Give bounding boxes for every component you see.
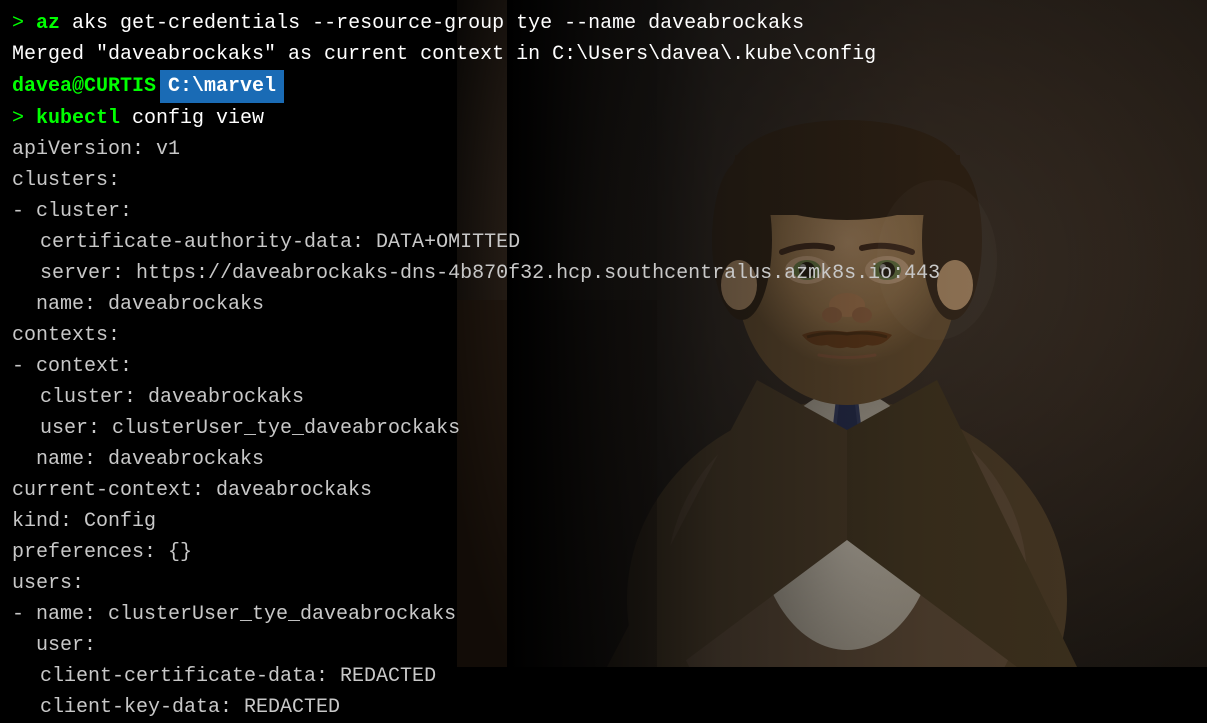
command-line-1: > az aks get-credentials --resource-grou…	[12, 8, 1195, 39]
yaml-line-9: cluster: daveabrockaks	[12, 382, 1195, 413]
prompt-symbol: >	[12, 12, 36, 35]
terminal-window: > az aks get-credentials --resource-grou…	[0, 0, 1207, 667]
yaml-line-3: - cluster:	[12, 196, 1195, 227]
yaml-line-14: preferences: {}	[12, 537, 1195, 568]
kubectl-args: config view	[120, 107, 264, 130]
yaml-line-1: apiVersion: v1	[12, 134, 1195, 165]
path-badge: C:\marvel	[160, 70, 284, 103]
prompt-with-path: davea@CURTIS C:\marvel	[12, 70, 1195, 103]
yaml-line-17: user:	[12, 630, 1195, 661]
yaml-line-13: kind: Config	[12, 506, 1195, 537]
yaml-line-6: name: daveabrockaks	[12, 289, 1195, 320]
yaml-line-15: users:	[12, 568, 1195, 599]
yaml-line-12: current-context: daveabrockaks	[12, 475, 1195, 506]
az-command: az	[36, 12, 60, 35]
kubectl-command-line: > kubectl config view	[12, 103, 1195, 134]
yaml-line-16: - name: clusterUser_tye_daveabrockaks	[12, 599, 1195, 630]
user-host-label: davea@CURTIS	[12, 71, 156, 102]
kubectl-command: kubectl	[36, 107, 120, 130]
yaml-line-8: - context:	[12, 351, 1195, 382]
yaml-line-18: client-certificate-data: REDACTED	[12, 661, 1195, 692]
cluster-name-value: daveabrockaks	[648, 12, 804, 35]
yaml-line-2: clusters:	[12, 165, 1195, 196]
prompt-symbol-2: >	[12, 107, 36, 130]
yaml-line-11: name: daveabrockaks	[12, 444, 1195, 475]
aks-subcommand: aks get-credentials --resource-group	[60, 12, 516, 35]
yaml-line-4: certificate-authority-data: DATA+OMITTED	[12, 227, 1195, 258]
yaml-line-19: client-key-data: REDACTED	[12, 692, 1195, 723]
name-flag: --name	[552, 12, 648, 35]
merged-output-line: Merged "daveabrockaks" as current contex…	[12, 39, 1195, 70]
yaml-line-5: server: https://daveabrockaks-dns-4b870f…	[12, 258, 1195, 289]
resource-group-value: tye	[516, 12, 552, 35]
yaml-line-10: user: clusterUser_tye_daveabrockaks	[12, 413, 1195, 444]
yaml-line-7: contexts:	[12, 320, 1195, 351]
